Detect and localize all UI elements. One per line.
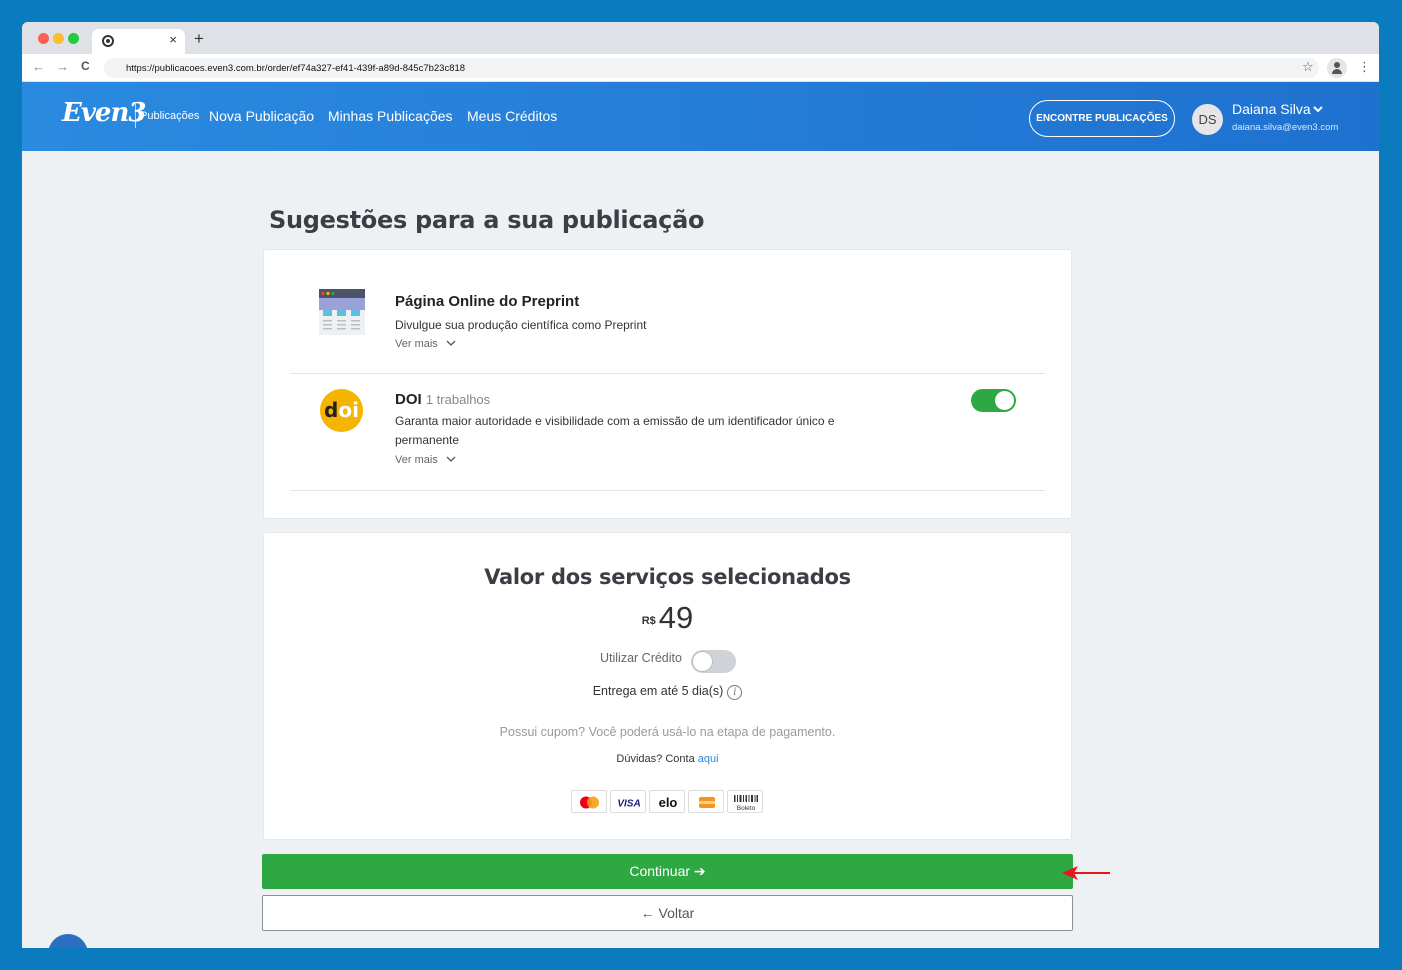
suggestion-title: Página Online do Preprint xyxy=(395,293,580,310)
close-window-icon[interactable] xyxy=(38,33,49,44)
back-arrow-icon[interactable]: ← xyxy=(32,59,45,74)
doubts-link[interactable]: aqui xyxy=(698,753,719,765)
close-tab-icon[interactable]: × xyxy=(169,32,177,47)
user-email: daiana.silva@even3.com xyxy=(1232,122,1339,133)
mastercard-icon xyxy=(571,790,607,813)
url-input[interactable] xyxy=(126,60,1026,76)
toggle-knob xyxy=(995,391,1014,410)
ver-mais-label: Ver mais xyxy=(395,338,438,350)
currency-symbol: R$ xyxy=(641,615,656,627)
doubts-text: Dúvidas? Conta aqui xyxy=(264,753,1071,765)
browser-window: × + ← → C ☆ ⋮ Even3 Publicações Nova Pub… xyxy=(22,22,1379,948)
doi-icon: doi xyxy=(320,389,363,432)
minimize-window-icon[interactable] xyxy=(53,33,64,44)
price-card-title: Valor dos serviços selecionados xyxy=(484,565,851,589)
doubts-label: Dúvidas? Conta xyxy=(616,753,695,765)
coupon-text: Possui cupom? Você poderá usá-lo na etap… xyxy=(499,725,836,739)
suggestion-title: DOI 1 trabalhos xyxy=(395,391,490,408)
delivery-info: Entrega em até 5 dia(s) i xyxy=(264,684,1071,700)
chevron-down-icon xyxy=(446,340,456,346)
ver-mais-link[interactable]: Ver mais xyxy=(395,338,456,350)
nav-nova-publicacao[interactable]: Nova Publicação xyxy=(209,108,314,124)
use-credit-toggle[interactable] xyxy=(691,650,736,673)
maximize-window-icon[interactable] xyxy=(68,33,79,44)
price-value: R$49 xyxy=(264,600,1071,636)
find-publications-button[interactable]: ENCONTRE PUBLICAÇÕES xyxy=(1029,100,1175,137)
toggle-knob xyxy=(693,652,712,671)
suggestions-card: Página Online do Preprint Divulgue sua p… xyxy=(263,249,1072,519)
elo-text: elo xyxy=(659,795,678,810)
boleto-icon: Boleto xyxy=(727,790,763,813)
red-pointer-arrow-icon xyxy=(1062,866,1110,880)
tab-strip: × + xyxy=(22,22,1379,54)
sub-brand-label: Publicações xyxy=(140,110,200,122)
browser-tab[interactable]: × xyxy=(92,29,185,54)
bookmark-star-icon[interactable]: ☆ xyxy=(1302,59,1314,75)
use-credit-label: Utilizar Crédito xyxy=(600,651,682,665)
suggestion-description: Garanta maior autoridade e visibilidade … xyxy=(395,414,835,447)
chrome-favicon-icon xyxy=(102,35,114,47)
forward-arrow-icon[interactable]: → xyxy=(56,59,69,74)
suggestion-description: Divulgue sua produção científica como Pr… xyxy=(395,318,647,332)
nav-minhas-publicacoes[interactable]: Minhas Publicações xyxy=(328,108,453,124)
item-divider xyxy=(290,373,1045,374)
hipercard-icon xyxy=(688,790,724,813)
chevron-down-icon[interactable] xyxy=(1312,103,1324,115)
back-button[interactable]: ← Voltar xyxy=(262,895,1073,931)
visa-icon: VISA xyxy=(610,790,646,813)
continue-button[interactable]: Continuar ➔ xyxy=(262,854,1073,889)
price-card: Valor dos serviços selecionados R$49 Uti… xyxy=(263,532,1072,840)
address-bar[interactable] xyxy=(104,58,1319,78)
delivery-text: Entrega em até 5 dia(s) xyxy=(592,684,724,698)
nav-meus-creditos[interactable]: Meus Créditos xyxy=(467,108,557,124)
doi-toggle[interactable] xyxy=(971,389,1016,412)
browser-toolbar: ← → C ☆ ⋮ xyxy=(22,54,1379,82)
app-header: Even3 Publicações Nova Publicação Minhas… xyxy=(22,82,1379,151)
page-title: Sugestões para a sua publicação xyxy=(269,206,705,234)
visa-text: VISA xyxy=(617,799,640,810)
ver-mais-label: Ver mais xyxy=(395,454,438,466)
browser-menu-icon[interactable]: ⋮ xyxy=(1358,59,1371,75)
new-tab-button[interactable]: + xyxy=(194,29,204,49)
doi-count: 1 trabalhos xyxy=(425,392,491,407)
preprint-page-icon xyxy=(319,289,365,335)
user-avatar[interactable]: DS xyxy=(1192,104,1223,135)
item-divider xyxy=(290,490,1045,491)
info-icon[interactable]: i xyxy=(727,685,743,700)
elo-icon: elo xyxy=(649,790,685,813)
even3-logo[interactable]: Even3 xyxy=(62,98,146,128)
price-amount: 49 xyxy=(658,600,694,635)
chevron-down-icon xyxy=(446,456,456,462)
user-name[interactable]: Daiana Silva xyxy=(1232,101,1311,117)
help-chat-bubble[interactable] xyxy=(48,934,88,948)
logo-divider xyxy=(135,104,136,128)
boleto-text: Boleto xyxy=(737,805,756,812)
ver-mais-link[interactable]: Ver mais xyxy=(395,454,456,466)
profile-icon[interactable] xyxy=(1327,58,1347,78)
reload-icon[interactable]: C xyxy=(81,59,90,73)
doi-title: DOI xyxy=(395,391,422,408)
